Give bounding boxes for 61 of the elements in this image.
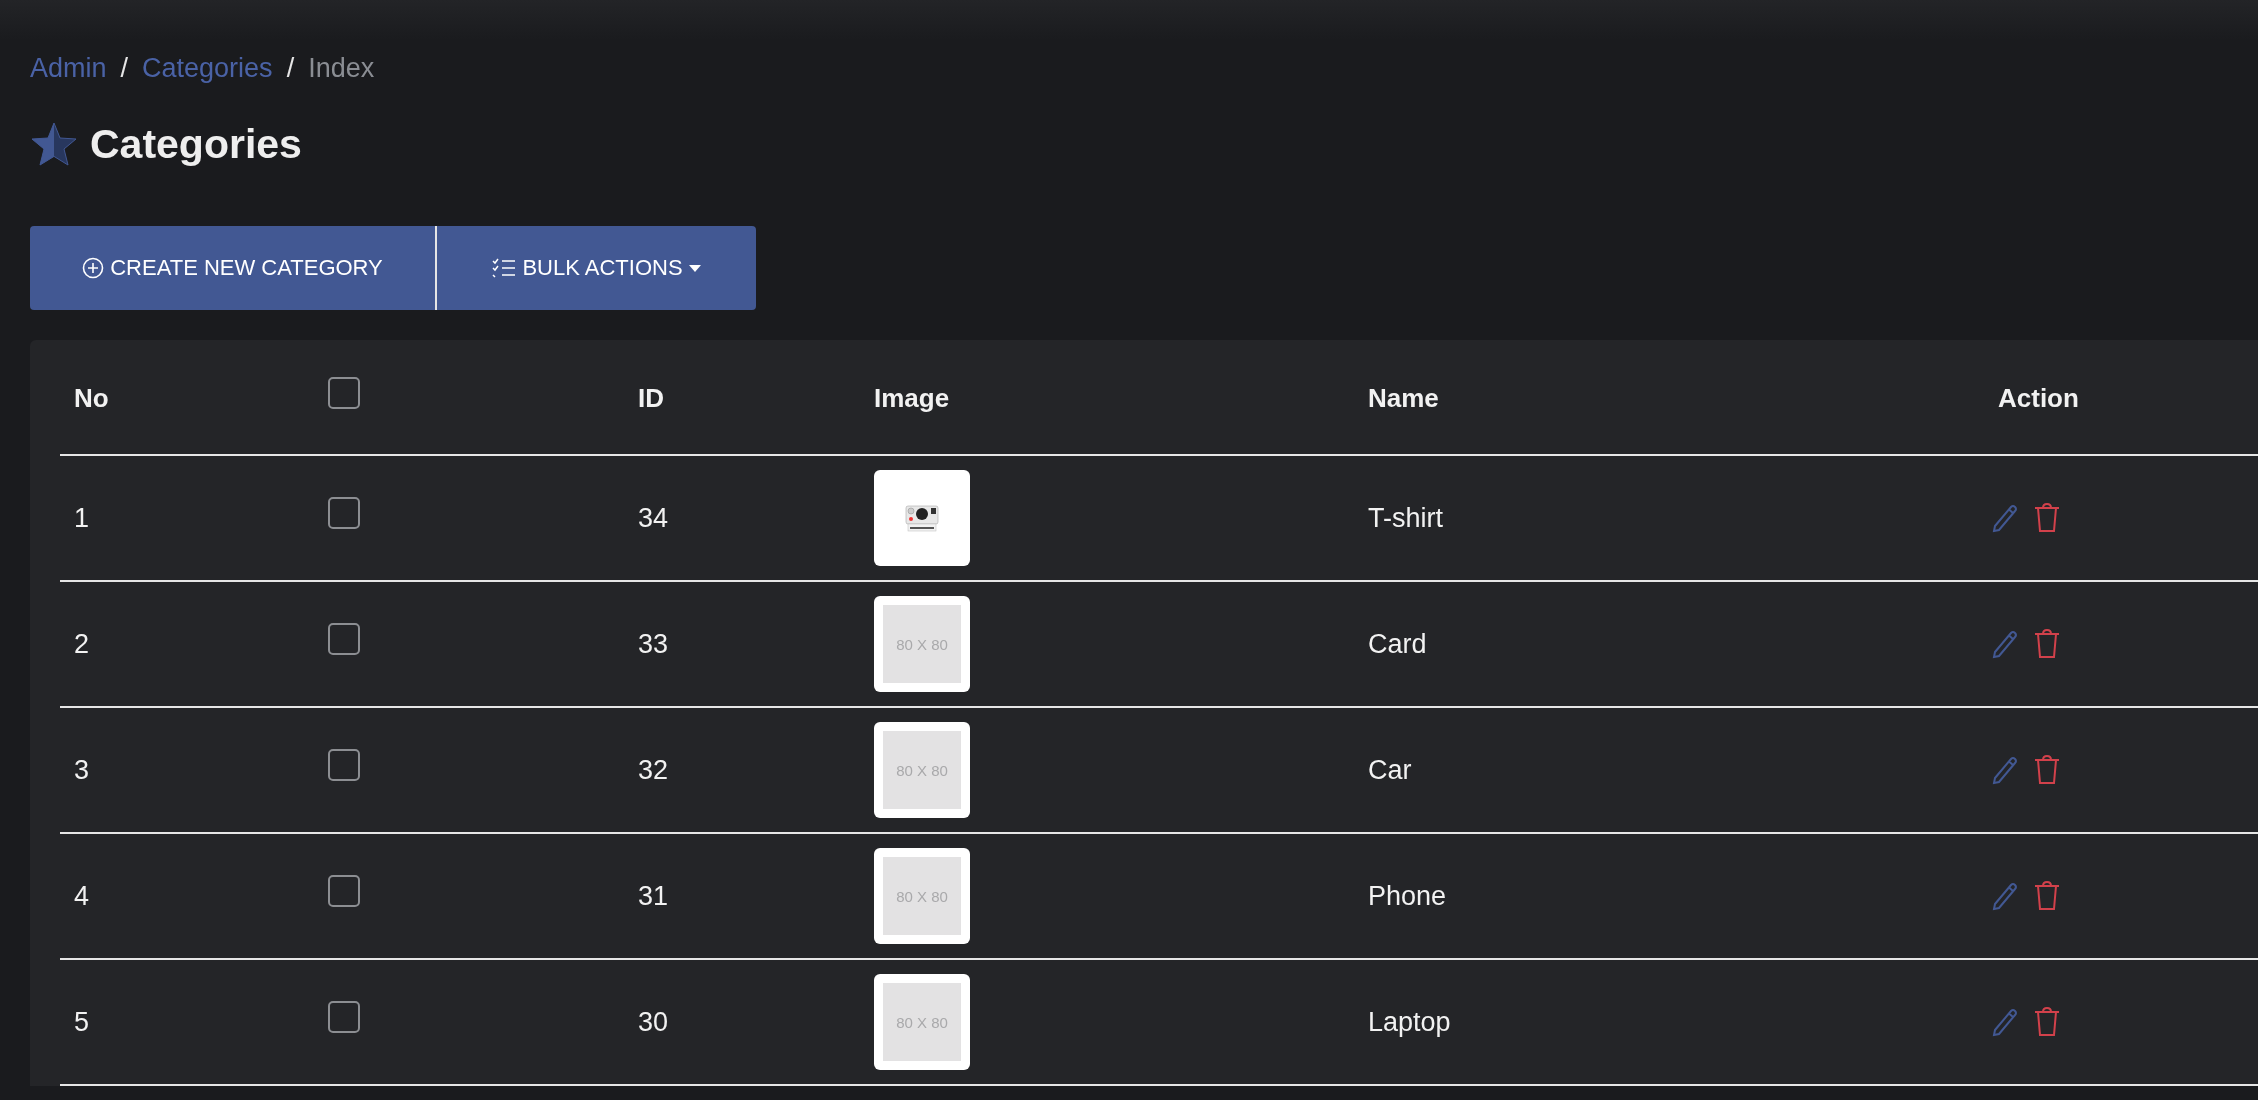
pencil-icon bbox=[1992, 503, 2020, 533]
trash-icon bbox=[2034, 755, 2060, 785]
row-checkbox[interactable] bbox=[328, 497, 360, 529]
row-checkbox[interactable] bbox=[328, 875, 360, 907]
breadcrumb-current: Index bbox=[308, 52, 375, 84]
table-cell-text: Phone bbox=[1367, 880, 1448, 912]
edit-button[interactable] bbox=[1992, 755, 2020, 785]
pencil-icon bbox=[1992, 881, 2020, 911]
delete-button[interactable] bbox=[2034, 755, 2060, 785]
image-placeholder-label: 80 X 80 bbox=[883, 605, 961, 683]
row-checkbox[interactable] bbox=[328, 623, 360, 655]
column-header: ID bbox=[637, 382, 665, 414]
plus-circle-icon bbox=[82, 257, 105, 279]
star-icon bbox=[30, 121, 78, 167]
table-cell-text: 3 bbox=[73, 754, 91, 786]
delete-button[interactable] bbox=[2034, 1007, 2060, 1037]
delete-button[interactable] bbox=[2034, 881, 2060, 911]
caret-icon bbox=[688, 264, 701, 272]
table-cell-text: 30 bbox=[637, 1006, 670, 1038]
bulk-actions-button[interactable]: BULK ACTIONS bbox=[435, 226, 756, 310]
image-placeholder-label: 80 X 80 bbox=[883, 731, 961, 809]
delete-button[interactable] bbox=[2034, 503, 2060, 533]
table-cell-text: Laptop bbox=[1367, 1006, 1452, 1038]
edit-button[interactable] bbox=[1992, 503, 2020, 533]
image-placeholder-label: 80 X 80 bbox=[883, 857, 961, 935]
pencil-icon bbox=[1992, 629, 2020, 659]
column-header: Image bbox=[873, 382, 951, 414]
image-placeholder-label: 80 X 80 bbox=[883, 983, 961, 1061]
column-header: No bbox=[73, 382, 110, 414]
table-cell-text: Card bbox=[1367, 628, 1428, 660]
page-title: Categories bbox=[90, 120, 302, 168]
table-cell-text: Car bbox=[1367, 754, 1413, 786]
pencil-icon bbox=[1992, 1007, 2020, 1037]
table-cell-text: T-shirt bbox=[1367, 502, 1444, 534]
breadcrumb-separator: / bbox=[120, 52, 129, 84]
trash-icon bbox=[2034, 503, 2060, 533]
table-cell-text: 5 bbox=[73, 1006, 91, 1038]
trash-icon bbox=[2034, 629, 2060, 659]
delete-button[interactable] bbox=[2034, 629, 2060, 659]
row-checkbox[interactable] bbox=[328, 1001, 360, 1033]
pencil-icon bbox=[1992, 755, 2020, 785]
row-checkbox[interactable] bbox=[328, 749, 360, 781]
table-cell-text: 33 bbox=[637, 628, 670, 660]
camera-photo bbox=[902, 502, 942, 534]
column-header: Name bbox=[1367, 382, 1440, 414]
trash-icon bbox=[2034, 1007, 2060, 1037]
table-cell-text: 2 bbox=[73, 628, 91, 660]
checklist-icon bbox=[492, 258, 517, 278]
table-cell-text: 1 bbox=[73, 502, 91, 534]
table-cell-text: 32 bbox=[637, 754, 670, 786]
edit-button[interactable] bbox=[1992, 629, 2020, 659]
select-all-checkbox[interactable] bbox=[328, 377, 360, 409]
column-header: Action bbox=[1997, 382, 2080, 414]
create-category-button[interactable]: CREATE NEW CATEGORY bbox=[30, 226, 435, 310]
edit-button[interactable] bbox=[1992, 881, 2020, 911]
table-cell-text: 34 bbox=[637, 502, 670, 534]
table-cell-text: 31 bbox=[637, 880, 670, 912]
trash-icon bbox=[2034, 881, 2060, 911]
table-cell-text: 4 bbox=[73, 880, 91, 912]
edit-button[interactable] bbox=[1992, 1007, 2020, 1037]
breadcrumb-separator: / bbox=[286, 52, 295, 84]
